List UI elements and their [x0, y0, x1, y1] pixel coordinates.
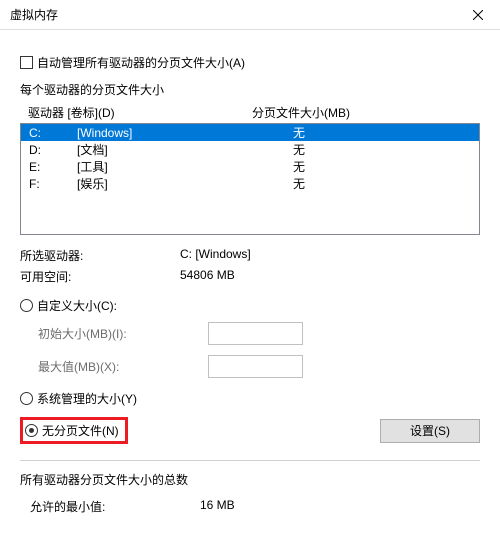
total-label: 所有驱动器分页文件大小的总数 [20, 471, 480, 488]
system-managed-radio[interactable] [20, 392, 33, 405]
no-paging-highlight: 无分页文件(N) [20, 417, 128, 444]
drive-size: 无 [253, 176, 479, 191]
drive-label: [文档] [77, 142, 253, 157]
auto-manage-checkbox-row[interactable]: 自动管理所有驱动器的分页文件大小(A) [20, 54, 480, 71]
selected-drive-row: 所选驱动器: C: [Windows] [20, 247, 480, 264]
no-paging-radio[interactable] [25, 424, 38, 437]
drive-label: [娱乐] [77, 176, 253, 191]
free-space-row: 可用空间: 54806 MB [20, 268, 480, 285]
no-paging-radio-row[interactable]: 无分页文件(N) [25, 422, 119, 439]
close-button[interactable] [455, 0, 500, 30]
system-managed-label: 系统管理的大小(Y) [37, 390, 137, 407]
free-space-label: 可用空间: [20, 268, 180, 285]
auto-manage-label: 自动管理所有驱动器的分页文件大小(A) [37, 54, 245, 71]
initial-size-input[interactable] [208, 322, 303, 345]
each-drive-label: 每个驱动器的分页文件大小 [20, 81, 480, 98]
drive-size: 无 [253, 125, 479, 140]
drive-letter: E: [29, 159, 77, 174]
no-paging-row: 无分页文件(N) 设置(S) [20, 417, 480, 444]
set-button[interactable]: 设置(S) [380, 419, 480, 443]
drive-row[interactable]: F:[娱乐]无 [21, 175, 479, 192]
divider [20, 460, 480, 461]
min-allowed-value: 16 MB [200, 498, 235, 515]
custom-size-radio[interactable] [20, 299, 33, 312]
min-allowed-label: 允许的最小值: [30, 498, 200, 515]
custom-size-label: 自定义大小(C): [37, 297, 117, 314]
max-size-label: 最大值(MB)(X): [38, 358, 208, 375]
drive-label: [Windows] [77, 125, 253, 140]
header-size: 分页文件大小(MB) [252, 104, 472, 121]
drive-label: [工具] [77, 159, 253, 174]
drive-row[interactable]: E:[工具]无 [21, 158, 479, 175]
header-drive: 驱动器 [卷标](D) [28, 104, 252, 121]
free-space-value: 54806 MB [180, 268, 235, 285]
drive-row[interactable]: C:[Windows]无 [21, 124, 479, 141]
titlebar: 虚拟内存 [0, 0, 500, 30]
size-inputs: 初始大小(MB)(I): 最大值(MB)(X): [38, 322, 480, 378]
drive-size: 无 [253, 159, 479, 174]
min-allowed-row: 允许的最小值: 16 MB [20, 498, 480, 515]
drive-row[interactable]: D:[文档]无 [21, 141, 479, 158]
column-headers: 驱动器 [卷标](D) 分页文件大小(MB) [20, 104, 480, 123]
drive-size: 无 [253, 142, 479, 157]
max-size-row: 最大值(MB)(X): [38, 355, 480, 378]
initial-size-row: 初始大小(MB)(I): [38, 322, 480, 345]
dialog-content: 自动管理所有驱动器的分页文件大小(A) 每个驱动器的分页文件大小 驱动器 [卷标… [0, 30, 500, 515]
drive-letter: C: [29, 125, 77, 140]
drive-letter: D: [29, 142, 77, 157]
no-paging-label: 无分页文件(N) [42, 422, 119, 439]
system-managed-radio-row[interactable]: 系统管理的大小(Y) [20, 390, 480, 407]
auto-manage-checkbox[interactable] [20, 56, 33, 69]
initial-size-label: 初始大小(MB)(I): [38, 325, 208, 342]
custom-size-radio-row[interactable]: 自定义大小(C): [20, 297, 480, 314]
max-size-input[interactable] [208, 355, 303, 378]
drive-letter: F: [29, 176, 77, 191]
drive-list[interactable]: C:[Windows]无D:[文档]无E:[工具]无F:[娱乐]无 [20, 123, 480, 235]
window-title: 虚拟内存 [10, 6, 58, 23]
close-icon [473, 10, 483, 20]
selected-drive-value: C: [Windows] [180, 247, 251, 264]
selected-drive-label: 所选驱动器: [20, 247, 180, 264]
